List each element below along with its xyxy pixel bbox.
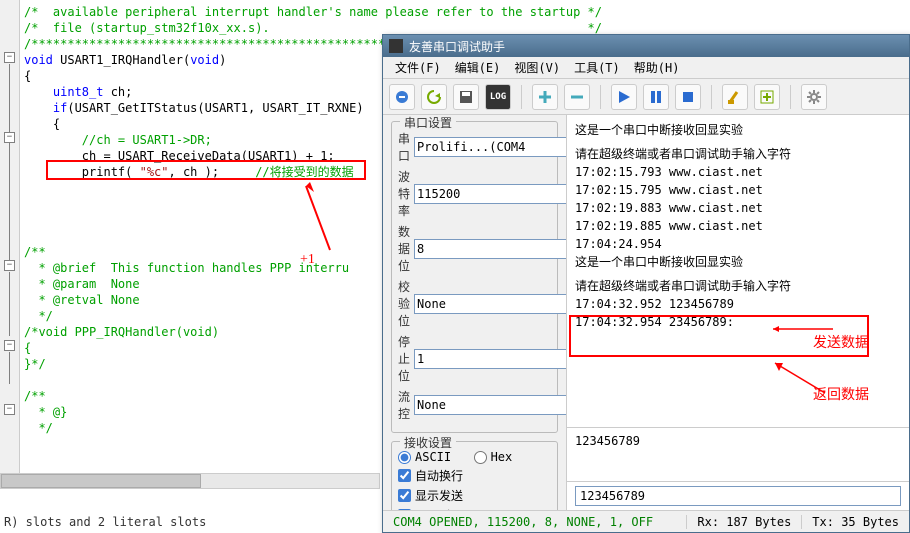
rx-hex-radio[interactable] [474, 451, 487, 464]
status-port: COM4 OPENED, 115200, 8, NONE, 1, OFF [383, 515, 687, 529]
rx-settings-group: 接收设置 ASCII Hex 自动换行 显示发送 显示时间 [391, 441, 558, 510]
clear-button[interactable] [722, 84, 748, 110]
settings-button[interactable] [801, 84, 827, 110]
status-bar: COM4 OPENED, 115200, 8, NONE, 1, OFF Rx:… [383, 510, 909, 532]
annotation-plus1: +1 [300, 252, 315, 268]
showtime-checkbox[interactable] [398, 509, 411, 510]
rx-line: 17:02:19.885 www.ciast.net [575, 217, 901, 235]
fold-line [9, 352, 10, 384]
app-icon [389, 39, 403, 53]
label-showtime: 显示时间 [415, 507, 463, 510]
menu-help[interactable]: 帮助(H) [628, 57, 686, 78]
port-select[interactable] [414, 137, 567, 157]
toolbar: LOG [383, 79, 909, 115]
serial-settings-group: 串口设置 串 口▾ 波特率▾ 数据位▾ 校验位▾ 停止位▾ 流 控▾ [391, 121, 558, 433]
log-button[interactable]: LOG [485, 84, 511, 110]
menu-tools[interactable]: 工具(T) [568, 57, 626, 78]
annotation-recv: 返回数据 [813, 387, 869, 405]
fold-toggle[interactable] [4, 404, 15, 415]
group-title: 串口设置 [400, 115, 456, 131]
titlebar[interactable]: 友善串口调试助手 [383, 35, 909, 57]
fold-toggle[interactable] [4, 340, 15, 351]
rx-line: 请在超级终端或者串口调试助手输入字符 [575, 145, 901, 163]
autowrap-checkbox[interactable] [398, 469, 411, 482]
highlight-box-rx [569, 315, 869, 357]
status-rx: Rx: 187 Bytes [687, 515, 802, 529]
highlight-box [46, 160, 366, 180]
footer-text: R) slots and 2 literal slots [4, 515, 206, 529]
baud-select[interactable] [414, 184, 567, 204]
horizontal-scrollbar[interactable] [0, 473, 380, 489]
parity-select[interactable] [414, 294, 567, 314]
add-button[interactable] [754, 84, 780, 110]
rx-textarea[interactable]: 这是一个串口中断接收回显实验 请在超级终端或者串口调试助手输入字符 17:02:… [567, 115, 909, 428]
rx-line: 17:04:24.954 [575, 235, 901, 253]
label-flow: 流 控 [398, 388, 410, 422]
label-autowrap: 自动换行 [415, 467, 463, 484]
rx-line: 17:02:15.793 www.ciast.net [575, 163, 901, 181]
rx-ascii-radio[interactable] [398, 451, 411, 464]
minus-button[interactable] [564, 84, 590, 110]
rx-line: 17:04:32.952 123456789 [575, 295, 901, 313]
menu-bar: 文件(F) 编辑(E) 视图(V) 工具(T) 帮助(H) [383, 57, 909, 79]
rx-line: 这是一个串口中断接收回显实验 [575, 253, 901, 271]
label-baud: 波特率 [398, 168, 410, 219]
databits-select[interactable] [414, 239, 567, 259]
plus-button[interactable] [532, 84, 558, 110]
label-databits: 数据位 [398, 223, 410, 274]
scrollbar-thumb[interactable] [1, 474, 201, 488]
fold-toggle[interactable] [4, 132, 15, 143]
settings-panel: 串口设置 串 口▾ 波特率▾ 数据位▾ 校验位▾ 停止位▾ 流 控▾ 接收设置 … [383, 115, 567, 510]
label-parity: 校验位 [398, 278, 410, 329]
fold-line [9, 272, 10, 336]
save-button[interactable] [453, 84, 479, 110]
fold-toggle[interactable] [4, 52, 15, 63]
rx-line: 这是一个串口中断接收回显实验 [575, 121, 901, 139]
fold-line [9, 64, 10, 264]
menu-view[interactable]: 视图(V) [508, 57, 566, 78]
tx-preview: 123456789 [567, 428, 909, 482]
menu-edit[interactable]: 编辑(E) [449, 57, 507, 78]
rx-line: 请在超级终端或者串口调试助手输入字符 [575, 277, 901, 295]
tx-input[interactable] [575, 486, 901, 506]
rx-panel: 这是一个串口中断接收回显实验 请在超级终端或者串口调试助手输入字符 17:02:… [567, 115, 909, 510]
refresh-button[interactable] [421, 84, 447, 110]
status-tx: Tx: 35 Bytes [802, 515, 909, 529]
code-line: /* available peripheral interrupt handle… [24, 4, 910, 20]
rx-line: 17:02:19.883 www.ciast.net [575, 199, 901, 217]
tx-input-row [567, 482, 909, 510]
stop-button[interactable] [675, 84, 701, 110]
connect-button[interactable] [389, 84, 415, 110]
flow-select[interactable] [414, 395, 567, 415]
showsend-checkbox[interactable] [398, 489, 411, 502]
play-button[interactable] [611, 84, 637, 110]
label-showsend: 显示发送 [415, 487, 463, 504]
editor-gutter [0, 0, 20, 480]
serial-tool-window: 友善串口调试助手 文件(F) 编辑(E) 视图(V) 工具(T) 帮助(H) L… [382, 34, 910, 533]
label-stopbits: 停止位 [398, 333, 410, 384]
rx-line: 17:02:15.795 www.ciast.net [575, 181, 901, 199]
window-title: 友善串口调试助手 [409, 38, 505, 55]
fold-toggle[interactable] [4, 260, 15, 271]
pause-button[interactable] [643, 84, 669, 110]
label-port: 串 口 [398, 130, 410, 164]
stopbits-select[interactable] [414, 349, 567, 369]
group-title: 接收设置 [400, 434, 456, 451]
menu-file[interactable]: 文件(F) [389, 57, 447, 78]
